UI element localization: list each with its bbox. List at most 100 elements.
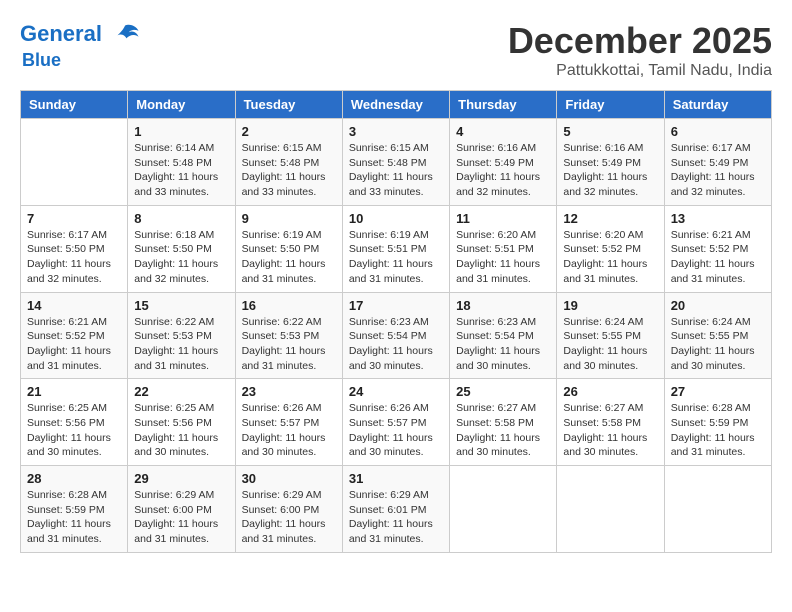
calendar-cell: 10Sunrise: 6:19 AMSunset: 5:51 PMDayligh… — [342, 205, 449, 292]
page-header: General Blue December 2025 Pattukkottai,… — [20, 20, 772, 80]
calendar-week-row: 14 Sunrise: 6:21 AMSunset: 5:52 PMDayligh… — [21, 292, 772, 379]
day-info: Sunrise: 6:27 AMSunset: 5:58 PMDaylight:… — [563, 401, 657, 460]
calendar-cell: 21Sunrise: 6:25 AMSunset: 5:56 PMDayligh… — [21, 379, 128, 466]
weekday-header-friday: Friday — [557, 91, 664, 119]
day-number: 4 — [456, 124, 550, 139]
calendar-cell: 9Sunrise: 6:19 AMSunset: 5:50 PMDaylight… — [235, 205, 342, 292]
day-number: 12 — [563, 211, 657, 226]
logo: General Blue — [20, 20, 140, 71]
day-info: Sunrise: 6:28 AMSunset: 5:59 PMDaylight:… — [27, 488, 121, 547]
calendar-cell: 18 Sunrise: 6:23 AMSunset: 5:54 PMDayligh… — [450, 292, 557, 379]
day-number: 11 — [456, 211, 550, 226]
day-info: Sunrise: 6:29 AMSunset: 6:00 PMDaylight:… — [242, 488, 336, 547]
day-info: Sunrise: 6:27 AMSunset: 5:58 PMDaylight:… — [456, 401, 550, 460]
day-number: 17 — [349, 298, 443, 313]
day-number: 29 — [134, 471, 228, 486]
weekday-header-sunday: Sunday — [21, 91, 128, 119]
calendar-cell: 13Sunrise: 6:21 AMSunset: 5:52 PMDayligh… — [664, 205, 771, 292]
day-number: 14 — [27, 298, 121, 313]
day-info: Sunrise: 6:20 AMSunset: 5:51 PMDaylight:… — [456, 228, 550, 287]
day-info: Sunrise: 6:24 AMSunset: 5:55 PMDaylight:… — [563, 315, 657, 374]
calendar-cell — [21, 119, 128, 206]
day-number: 26 — [563, 384, 657, 399]
calendar-cell: 11 Sunrise: 6:20 AMSunset: 5:51 PMDayligh… — [450, 205, 557, 292]
day-info: Sunrise: 6:23 AMSunset: 5:54 PMDaylight:… — [456, 315, 550, 374]
calendar-cell: 31 Sunrise: 6:29 AMSunset: 6:01 PMDayligh… — [342, 466, 449, 553]
calendar-week-row: 21Sunrise: 6:25 AMSunset: 5:56 PMDayligh… — [21, 379, 772, 466]
calendar-cell: 8Sunrise: 6:18 AMSunset: 5:50 PMDaylight… — [128, 205, 235, 292]
calendar-cell: 26 Sunrise: 6:27 AMSunset: 5:58 PMDayligh… — [557, 379, 664, 466]
month-title: December 2025 — [508, 20, 772, 62]
weekday-header-row: SundayMondayTuesdayWednesdayThursdayFrid… — [21, 91, 772, 119]
calendar-cell: 4 Sunrise: 6:16 AMSunset: 5:49 PMDaylight… — [450, 119, 557, 206]
day-info: Sunrise: 6:25 AMSunset: 5:56 PMDaylight:… — [27, 401, 121, 460]
day-number: 18 — [456, 298, 550, 313]
day-info: Sunrise: 6:22 AMSunset: 5:53 PMDaylight:… — [134, 315, 228, 374]
calendar-cell: 29 Sunrise: 6:29 AMSunset: 6:00 PMDayligh… — [128, 466, 235, 553]
day-number: 6 — [671, 124, 765, 139]
calendar-cell: 25 Sunrise: 6:27 AMSunset: 5:58 PMDayligh… — [450, 379, 557, 466]
calendar-cell: 1Sunrise: 6:14 AMSunset: 5:48 PMDaylight… — [128, 119, 235, 206]
day-info: Sunrise: 6:15 AMSunset: 5:48 PMDaylight:… — [242, 141, 336, 200]
day-info: Sunrise: 6:24 AMSunset: 5:55 PMDaylight:… — [671, 315, 765, 374]
day-info: Sunrise: 6:16 AMSunset: 5:49 PMDaylight:… — [456, 141, 550, 200]
calendar-cell: 5Sunrise: 6:16 AMSunset: 5:49 PMDaylight… — [557, 119, 664, 206]
day-number: 2 — [242, 124, 336, 139]
calendar-cell: 23Sunrise: 6:26 AMSunset: 5:57 PMDayligh… — [235, 379, 342, 466]
calendar-cell: 6 Sunrise: 6:17 AMSunset: 5:49 PMDaylight… — [664, 119, 771, 206]
day-info: Sunrise: 6:21 AMSunset: 5:52 PMDaylight:… — [671, 228, 765, 287]
weekday-header-wednesday: Wednesday — [342, 91, 449, 119]
calendar-cell: 28 Sunrise: 6:28 AMSunset: 5:59 PMDayligh… — [21, 466, 128, 553]
calendar-week-row: 7Sunrise: 6:17 AMSunset: 5:50 PMDaylight… — [21, 205, 772, 292]
calendar-cell: 16Sunrise: 6:22 AMSunset: 5:53 PMDayligh… — [235, 292, 342, 379]
day-info: Sunrise: 6:15 AMSunset: 5:48 PMDaylight:… — [349, 141, 443, 200]
calendar-cell — [557, 466, 664, 553]
calendar-table: SundayMondayTuesdayWednesdayThursdayFrid… — [20, 90, 772, 553]
calendar-cell: 24 Sunrise: 6:26 AMSunset: 5:57 PMDayligh… — [342, 379, 449, 466]
logo-bird-icon — [110, 20, 140, 50]
day-number: 22 — [134, 384, 228, 399]
day-info: Sunrise: 6:23 AMSunset: 5:54 PMDaylight:… — [349, 315, 443, 374]
calendar-cell: 27Sunrise: 6:28 AMSunset: 5:59 PMDayligh… — [664, 379, 771, 466]
calendar-cell: 17 Sunrise: 6:23 AMSunset: 5:54 PMDayligh… — [342, 292, 449, 379]
day-number: 24 — [349, 384, 443, 399]
day-info: Sunrise: 6:29 AMSunset: 6:00 PMDaylight:… — [134, 488, 228, 547]
day-number: 30 — [242, 471, 336, 486]
day-number: 3 — [349, 124, 443, 139]
calendar-week-row: 1Sunrise: 6:14 AMSunset: 5:48 PMDaylight… — [21, 119, 772, 206]
calendar-cell: 7Sunrise: 6:17 AMSunset: 5:50 PMDaylight… — [21, 205, 128, 292]
day-number: 19 — [563, 298, 657, 313]
day-info: Sunrise: 6:29 AMSunset: 6:01 PMDaylight:… — [349, 488, 443, 547]
calendar-cell: 12 Sunrise: 6:20 AMSunset: 5:52 PMDayligh… — [557, 205, 664, 292]
day-number: 28 — [27, 471, 121, 486]
weekday-header-monday: Monday — [128, 91, 235, 119]
day-info: Sunrise: 6:17 AMSunset: 5:49 PMDaylight:… — [671, 141, 765, 200]
calendar-cell — [664, 466, 771, 553]
calendar-cell: 2 Sunrise: 6:15 AMSunset: 5:48 PMDaylight… — [235, 119, 342, 206]
weekday-header-tuesday: Tuesday — [235, 91, 342, 119]
day-info: Sunrise: 6:21 AMSunset: 5:52 PMDaylight:… — [27, 315, 121, 374]
day-info: Sunrise: 6:14 AMSunset: 5:48 PMDaylight:… — [134, 141, 228, 200]
calendar-cell: 14 Sunrise: 6:21 AMSunset: 5:52 PMDayligh… — [21, 292, 128, 379]
calendar-cell: 19 Sunrise: 6:24 AMSunset: 5:55 PMDayligh… — [557, 292, 664, 379]
day-number: 16 — [242, 298, 336, 313]
calendar-cell: 20 Sunrise: 6:24 AMSunset: 5:55 PMDayligh… — [664, 292, 771, 379]
day-info: Sunrise: 6:26 AMSunset: 5:57 PMDaylight:… — [349, 401, 443, 460]
day-number: 7 — [27, 211, 121, 226]
day-number: 15 — [134, 298, 228, 313]
logo-blue-text: Blue — [22, 50, 140, 71]
calendar-cell — [450, 466, 557, 553]
day-number: 31 — [349, 471, 443, 486]
day-number: 23 — [242, 384, 336, 399]
day-info: Sunrise: 6:28 AMSunset: 5:59 PMDaylight:… — [671, 401, 765, 460]
day-number: 5 — [563, 124, 657, 139]
title-block: December 2025 Pattukkottai, Tamil Nadu, … — [508, 20, 772, 80]
day-number: 25 — [456, 384, 550, 399]
calendar-cell: 3 Sunrise: 6:15 AMSunset: 5:48 PMDaylight… — [342, 119, 449, 206]
day-info: Sunrise: 6:20 AMSunset: 5:52 PMDaylight:… — [563, 228, 657, 287]
location-subtitle: Pattukkottai, Tamil Nadu, India — [508, 62, 772, 80]
calendar-week-row: 28 Sunrise: 6:28 AMSunset: 5:59 PMDayligh… — [21, 466, 772, 553]
calendar-cell: 22Sunrise: 6:25 AMSunset: 5:56 PMDayligh… — [128, 379, 235, 466]
calendar-cell: 30 Sunrise: 6:29 AMSunset: 6:00 PMDayligh… — [235, 466, 342, 553]
day-number: 20 — [671, 298, 765, 313]
